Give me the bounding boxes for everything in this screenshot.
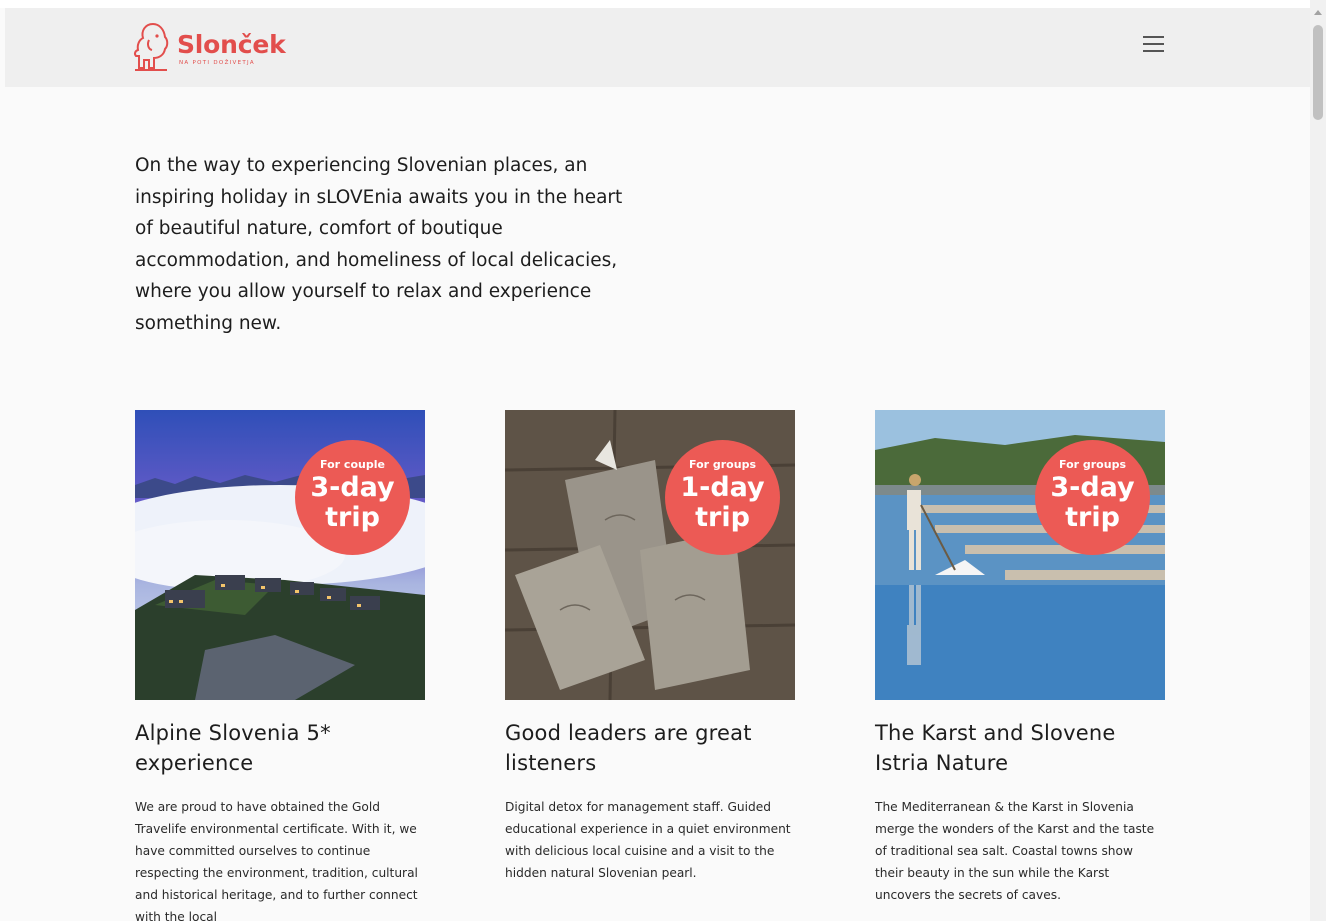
hamburger-menu-icon[interactable] [1143,36,1167,56]
trip-card-description: The Mediterranean & the Karst in Sloveni… [875,800,1155,902]
badge-trip: trip [695,502,750,533]
logo-name: Slonček [177,30,286,59]
site-header: Slonček NA POTI DOŽIVETJA [5,8,1310,87]
badge-audience: For couple [320,458,385,471]
trip-card-alpine[interactable]: For couple 3-day trip Alpine Slovenia 5*… [135,410,425,921]
trip-card-title[interactable]: Alpine Slovenia 5* experience [135,718,425,778]
scroll-up-arrow-icon[interactable] [1314,10,1322,15]
trip-badge: For couple 3-day trip [295,440,410,555]
badge-days: 1-day [680,472,765,503]
scrollbar-thumb[interactable] [1313,25,1323,120]
badge-audience: For groups [689,458,756,471]
trip-card-leaders[interactable]: For groups 1-day trip Good leaders are g… [505,410,795,884]
page-viewport: Slonček NA POTI DOŽIVETJA On the way to … [0,0,1310,921]
badge-trip: trip [325,502,380,533]
top-strip [0,0,1310,8]
trip-card-title[interactable]: Good leaders are great listeners [505,718,795,778]
trip-card-image[interactable]: For groups 3-day trip [875,410,1165,700]
intro-text: On the way to experiencing Slovenian pla… [135,155,623,334]
badge-trip: trip [1065,502,1120,533]
trip-card-karst[interactable]: For groups 3-day trip The Karst and Slov… [875,410,1165,906]
badge-days: 3-day [1050,472,1135,503]
vertical-scrollbar[interactable] [1310,0,1326,921]
trip-card-description: Digital detox for management staff. Guid… [505,800,791,880]
badge-days: 3-day [310,472,395,503]
logo-tagline: NA POTI DOŽIVETJA [179,60,255,66]
site-logo[interactable]: Slonček NA POTI DOŽIVETJA [131,18,301,78]
trip-card-image[interactable]: For groups 1-day trip [505,410,795,700]
trip-badge: For groups 1-day trip [665,440,780,555]
trip-card-title[interactable]: The Karst and Slovene Istria Nature [875,718,1165,778]
trip-badge: For groups 3-day trip [1035,440,1150,555]
elephant-logo-icon [133,22,169,71]
trip-card-image[interactable]: For couple 3-day trip [135,410,425,700]
trip-card-description: We are proud to have obtained the Gold T… [135,800,418,921]
badge-audience: For groups [1059,458,1126,471]
logo-wordmark: Slonček NA POTI DOŽIVETJA [177,30,286,67]
